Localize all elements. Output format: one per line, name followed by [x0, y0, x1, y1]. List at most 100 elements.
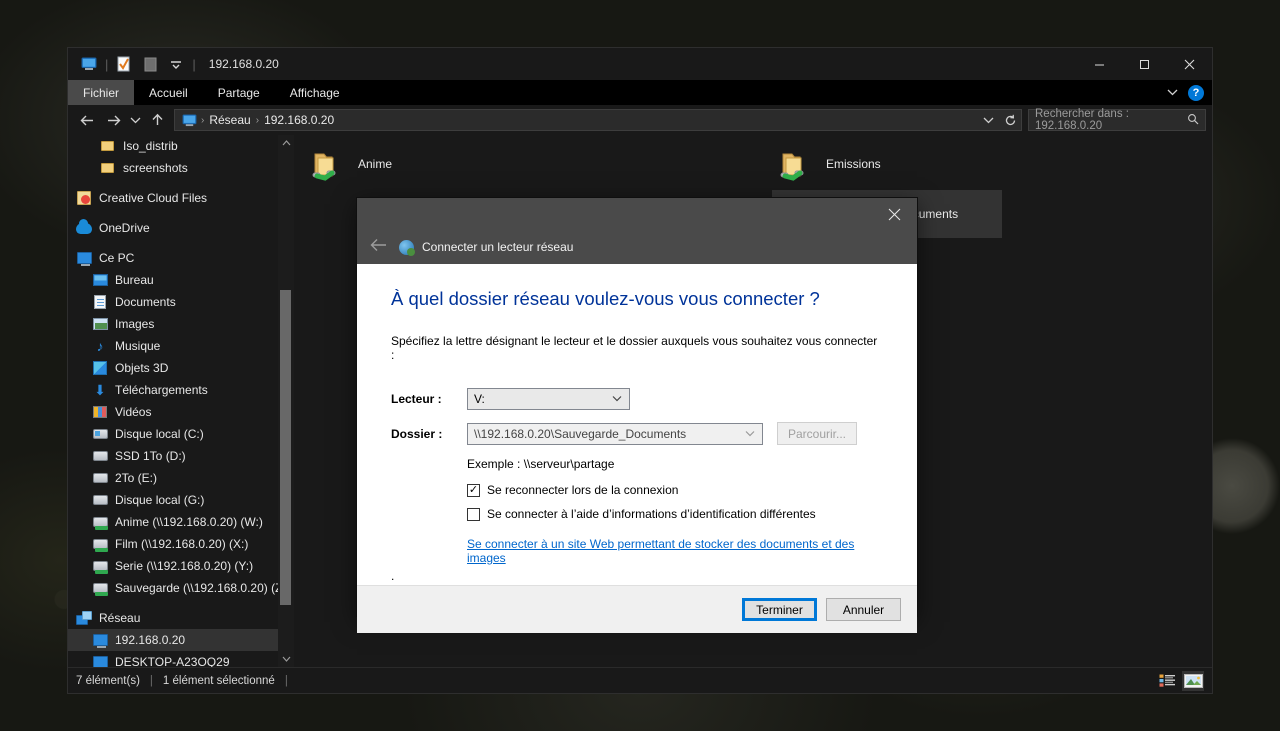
- status-left: 7 élément(s) | 1 élément sélectionné |: [76, 675, 288, 687]
- drive-row: Lecteur : V:: [391, 388, 883, 410]
- breadcrumb-dropdown-icon[interactable]: [979, 108, 997, 132]
- computer-icon[interactable]: [76, 48, 102, 80]
- breadcrumb-computer-icon: [179, 110, 199, 130]
- shared-folder-icon: [312, 151, 342, 181]
- creative-cloud-icon: [76, 190, 92, 206]
- tab-partage[interactable]: Partage: [203, 80, 275, 105]
- breadcrumb-item-host[interactable]: 192.168.0.20: [261, 113, 337, 127]
- refresh-icon[interactable]: [1001, 108, 1019, 132]
- sidebar-item-ssd-1to-d[interactable]: SSD 1To (D:): [68, 445, 278, 467]
- sidebar-item-label: screenshots: [123, 161, 188, 175]
- sidebar-item-label: 2To (E:): [115, 471, 158, 485]
- documents-icon: [92, 294, 108, 310]
- properties-icon[interactable]: [111, 48, 137, 80]
- breadcrumb-item-reseau[interactable]: Réseau: [206, 113, 253, 127]
- sidebar-item-2to-e[interactable]: 2To (E:): [68, 467, 278, 489]
- browse-button[interactable]: Parcourir...: [777, 422, 857, 445]
- file-item[interactable]: Emissions: [772, 140, 1002, 188]
- maximize-button[interactable]: [1122, 48, 1167, 80]
- tab-accueil[interactable]: Accueil: [134, 80, 203, 105]
- tab-affichage[interactable]: Affichage: [275, 80, 355, 105]
- navigation-scrollbar[interactable]: [278, 135, 294, 667]
- web-storage-link[interactable]: Se connecter à un site Web permettant de…: [467, 537, 883, 565]
- sidebar-item-label: Bureau: [115, 273, 154, 287]
- scrollbar-thumb[interactable]: [280, 290, 291, 605]
- sidebar-item-label: Iso_distrib: [123, 139, 178, 153]
- credentials-checkbox-label: Se connecter à l’aide d’informations d’i…: [487, 507, 816, 521]
- sidebar-item-label: Sauvegarde (\\192.168.0.20) (Z:): [115, 581, 290, 595]
- cancel-button[interactable]: Annuler: [826, 598, 901, 621]
- sidebar-item-r-seau[interactable]: Réseau: [68, 607, 278, 629]
- details-view-icon[interactable]: [1156, 671, 1178, 691]
- sidebar-item-objets-3d[interactable]: Objets 3D: [68, 357, 278, 379]
- dialog-back-button[interactable]: [367, 237, 391, 257]
- sidebar-item-disque-local-c[interactable]: Disque local (C:): [68, 423, 278, 445]
- sidebar-item-t-l-chargements[interactable]: ⬇ Téléchargements: [68, 379, 278, 401]
- sidebar-item-label: Ce PC: [99, 251, 135, 265]
- drive-label: Lecteur :: [391, 392, 442, 406]
- recent-locations-button[interactable]: [126, 108, 144, 132]
- search-input[interactable]: Rechercher dans : 192.168.0.20: [1028, 108, 1206, 132]
- folder-path-combobox[interactable]: \\192.168.0.20\Sauvegarde_Documents: [467, 422, 763, 445]
- search-icon[interactable]: [1187, 113, 1199, 128]
- sidebar-item-film-192-168-0-20-x[interactable]: Film (\\192.168.0.20) (X:): [68, 533, 278, 555]
- sidebar-item-onedrive[interactable]: OneDrive: [68, 217, 278, 239]
- finish-button[interactable]: Terminer: [742, 598, 817, 621]
- search-placeholder: Rechercher dans : 192.168.0.20: [1035, 108, 1129, 132]
- sidebar-item-ce-pc[interactable]: Ce PC: [68, 247, 278, 269]
- sidebar-item-documents[interactable]: Documents: [68, 291, 278, 313]
- minimize-button[interactable]: [1077, 48, 1122, 80]
- scroll-up-arrow-icon[interactable]: [278, 135, 294, 151]
- breadcrumb-sep-1: ›: [201, 114, 205, 126]
- sidebar-item-creative-cloud-files[interactable]: Creative Cloud Files: [68, 187, 278, 209]
- sidebar-item-sauvegarde-192-168-0-20-z[interactable]: Sauvegarde (\\192.168.0.20) (Z:): [68, 577, 290, 599]
- 3d-objects-icon: [92, 360, 108, 376]
- customize-dropdown-icon[interactable]: [163, 48, 189, 80]
- drive-letter-select[interactable]: V:: [467, 388, 630, 410]
- breadcrumb[interactable]: › Réseau › 192.168.0.20: [174, 109, 1022, 131]
- sidebar-item-192-168-0-20[interactable]: 192.168.0.20: [68, 629, 278, 651]
- sidebar-item-label: OneDrive: [99, 221, 150, 235]
- sidebar-item-serie-192-168-0-20-y[interactable]: Serie (\\192.168.0.20) (Y:): [68, 555, 278, 577]
- reconnect-checkbox-row[interactable]: ✓ Se reconnecter lors de la connexion: [467, 483, 883, 497]
- reconnect-checkbox[interactable]: ✓: [467, 483, 480, 497]
- drive-icon: [92, 448, 108, 464]
- tab-fichier[interactable]: Fichier: [68, 80, 135, 105]
- sidebar-item-anime-192-168-0-20-w[interactable]: Anime (\\192.168.0.20) (W:): [68, 511, 278, 533]
- folder-icon: [100, 138, 116, 154]
- sidebar-item-desktop-a23oq29[interactable]: DESKTOP-A23OQ29: [68, 651, 278, 667]
- music-icon: ♪: [96, 338, 104, 354]
- dialog-close-button[interactable]: [871, 198, 917, 230]
- sidebar-item-screenshots[interactable]: screenshots: [68, 157, 278, 179]
- back-button[interactable]: [74, 108, 100, 132]
- forward-button[interactable]: [100, 108, 126, 132]
- sidebar-item-label: Téléchargements: [115, 383, 208, 397]
- status-sep-1: |: [149, 674, 153, 687]
- scroll-down-arrow-icon[interactable]: [278, 651, 294, 667]
- sidebar-item-iso-distrib[interactable]: Iso_distrib: [68, 135, 278, 157]
- credentials-checkbox[interactable]: [467, 507, 480, 521]
- network-icon: [76, 610, 92, 626]
- sidebar-item-bureau[interactable]: Bureau: [68, 269, 278, 291]
- sidebar-item-musique[interactable]: ♪ Musique: [68, 335, 278, 357]
- sidebar-item-vid-os[interactable]: Vidéos: [68, 401, 278, 423]
- sidebar-item-images[interactable]: Images: [68, 313, 278, 335]
- help-icon[interactable]: ?: [1188, 84, 1204, 101]
- status-selection: 1 élément sélectionné: [162, 674, 275, 687]
- file-item[interactable]: Anime: [304, 140, 534, 188]
- sidebar-item-label: Anime (\\192.168.0.20) (W:): [115, 515, 263, 529]
- folder-row: Dossier : \\192.168.0.20\Sauvegarde_Docu…: [391, 422, 883, 445]
- close-button[interactable]: [1167, 48, 1212, 80]
- quick-access-toolbar: | |: [68, 48, 199, 80]
- sidebar-item-disque-local-g[interactable]: Disque local (G:): [68, 489, 278, 511]
- credentials-checkbox-row[interactable]: Se connecter à l’aide d’informations d’i…: [467, 507, 883, 521]
- status-item-count: 7 élément(s): [76, 674, 140, 687]
- sidebar-item-label: DESKTOP-A23OQ29: [115, 655, 230, 667]
- pictures-icon: [92, 316, 108, 332]
- chevron-down-icon[interactable]: [1163, 87, 1182, 99]
- large-icons-view-icon[interactable]: [1182, 670, 1204, 691]
- network-drive-icon: [92, 558, 108, 574]
- new-folder-icon[interactable]: [137, 48, 163, 80]
- up-button[interactable]: [144, 108, 170, 132]
- ribbon-right-controls: ?: [1163, 80, 1208, 105]
